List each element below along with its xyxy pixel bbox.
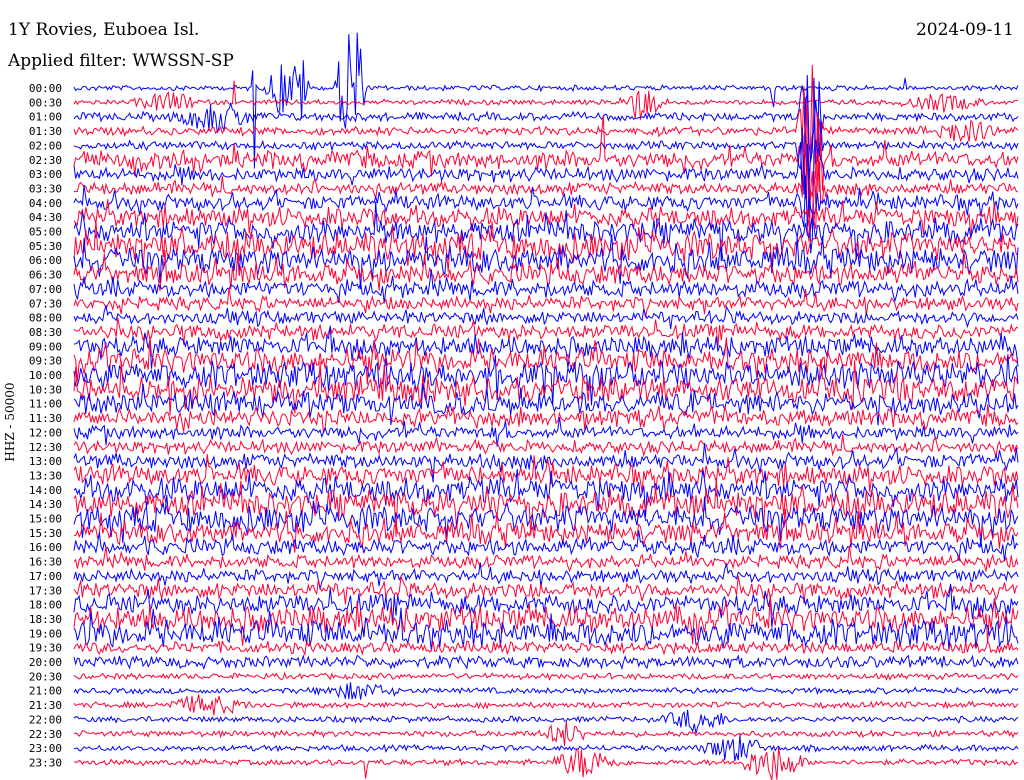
- row-labels: 00:0000:30 01:0001:3002:00 02:3003:0003:30…: [29, 82, 62, 769]
- row-label: 04:00: [29, 197, 62, 210]
- trace-row: [73, 682, 1019, 700]
- row-label: 21:00: [29, 685, 62, 698]
- row-label: 01:00: [29, 111, 62, 124]
- trace-row: [73, 287, 1019, 318]
- row-label: 19:00: [29, 627, 62, 640]
- row-label: 10:00: [29, 369, 62, 382]
- trace-row: [73, 354, 1019, 406]
- trace-row: [73, 671, 1019, 681]
- row-label: 03:30: [29, 182, 62, 195]
- row-label: 14:00: [29, 484, 62, 497]
- trace-row: [73, 734, 1019, 762]
- seismogram-traces: [73, 32, 1019, 780]
- row-label: 02:00: [29, 139, 62, 152]
- row-label: 19:30: [29, 642, 62, 655]
- row-label: 20:00: [29, 656, 62, 669]
- trace-row: [74, 747, 1019, 780]
- row-label: 15:30: [29, 527, 62, 540]
- row-label: 00:00: [29, 82, 62, 95]
- row-label: 02:30: [29, 154, 62, 167]
- trace-row: [73, 93, 1019, 195]
- trace-row: [73, 219, 1019, 272]
- row-label: 13:30: [29, 469, 62, 482]
- row-label: 17:30: [29, 584, 62, 597]
- row-label: 05:00: [29, 226, 62, 239]
- row-label: 00:30: [29, 96, 62, 109]
- trace-row: [73, 640, 1019, 657]
- row-label: 07:30: [29, 297, 62, 310]
- row-label: 11:30: [29, 412, 62, 425]
- row-label: 14:30: [29, 498, 62, 511]
- trace-row: [73, 545, 1019, 573]
- trace-row: [73, 317, 1019, 347]
- row-label: 12:30: [29, 441, 62, 454]
- row-label: 10:30: [29, 383, 62, 396]
- row-label: 18:00: [29, 599, 62, 612]
- trace-row: [73, 434, 1019, 458]
- trace-row: [73, 694, 1019, 716]
- row-label: 09:00: [29, 340, 62, 353]
- trace-row: [73, 721, 1019, 747]
- row-label: 12:00: [29, 426, 62, 439]
- row-label: 16:30: [29, 556, 62, 569]
- row-label: 08:30: [29, 326, 62, 339]
- row-label: 23:30: [29, 756, 62, 769]
- row-label: 13:00: [29, 455, 62, 468]
- row-label: 18:30: [29, 613, 62, 626]
- row-label: 16:00: [29, 541, 62, 554]
- row-label: 20:30: [29, 670, 62, 683]
- row-label: 09:30: [29, 355, 62, 368]
- row-label: 01:30: [29, 125, 62, 138]
- row-label: 17:00: [29, 570, 62, 583]
- row-label: 05:30: [29, 240, 62, 253]
- row-label: 15:00: [29, 513, 62, 526]
- row-label: 06:30: [29, 269, 62, 282]
- row-label: 11:00: [29, 398, 62, 411]
- trace-row: [73, 530, 1019, 562]
- row-label: 08:00: [29, 312, 62, 325]
- trace-row: [73, 654, 1019, 671]
- seismogram-chart: 00:0000:30 01:0001:3002:00 02:3003:0003:30…: [29, 32, 1019, 780]
- row-label: 06:00: [29, 254, 62, 267]
- row-label: 23:00: [29, 742, 62, 755]
- trace-row: [73, 709, 1019, 734]
- row-label: 07:00: [29, 283, 62, 296]
- row-label: 22:30: [29, 728, 62, 741]
- row-label: 04:30: [29, 211, 62, 224]
- row-label: 21:30: [29, 699, 62, 712]
- row-label: 03:00: [29, 168, 62, 181]
- row-label: 22:00: [29, 713, 62, 726]
